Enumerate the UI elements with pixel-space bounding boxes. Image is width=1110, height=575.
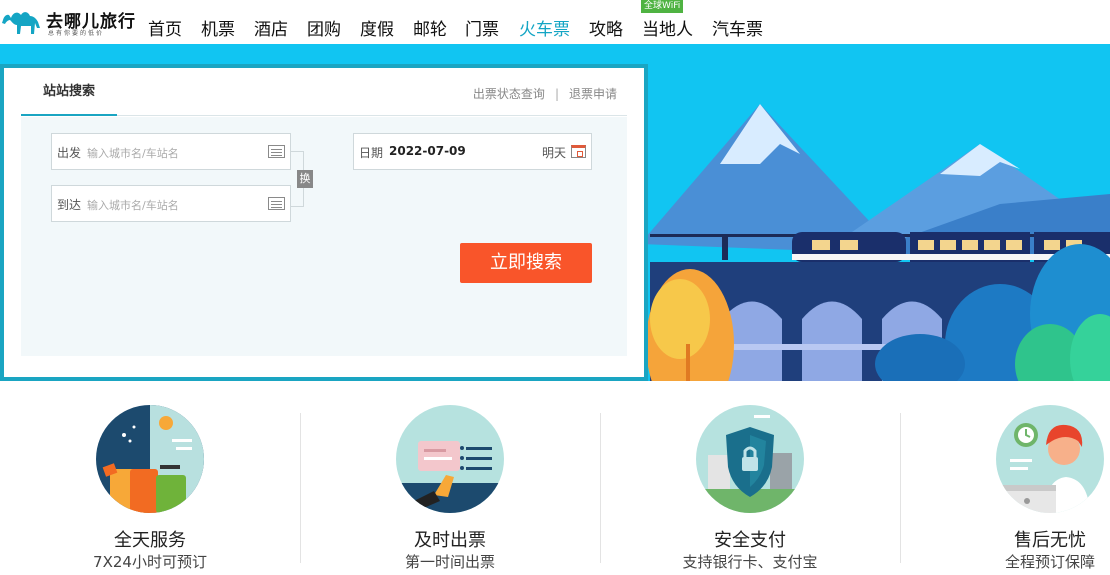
- shield-icon: [696, 405, 804, 513]
- customer-service-icon: [996, 405, 1104, 513]
- feature-title: 售后无忧: [1014, 530, 1086, 551]
- nav-item-hotels[interactable]: 酒店: [254, 15, 288, 40]
- station-list-icon[interactable]: [268, 197, 285, 210]
- nav-item-flights[interactable]: 机票: [201, 15, 235, 40]
- refund-link[interactable]: 退票申请: [569, 87, 617, 101]
- calendar-icon[interactable]: [571, 145, 586, 158]
- departure-label: 出发: [57, 146, 82, 160]
- ticket-hand-icon: [396, 405, 504, 513]
- swap-stations-button[interactable]: 换: [297, 170, 313, 188]
- search-links: 出票状态查询 | 退票申请: [473, 85, 617, 102]
- nav-item-bus-tickets[interactable]: 汽车票: [712, 15, 763, 40]
- feature-after-sales: 售后无忧 全程预订保障: [900, 381, 1110, 575]
- arrival-label: 到达: [57, 198, 82, 212]
- feature-title: 全天服务: [114, 530, 186, 551]
- feature-instant-ticket: 及时出票 第一时间出票: [300, 381, 600, 575]
- tab-station-to-station[interactable]: 站站搜索: [21, 68, 117, 116]
- nav-item-cruise[interactable]: 邮轮: [413, 15, 447, 40]
- arrival-input[interactable]: 输入城市名/车站名: [87, 197, 179, 213]
- train-search-panel: 站站搜索 出票状态查询 | 退票申请: [0, 64, 648, 381]
- feature-strip: 全天服务 7X24小时可预订 及时出票 第一时间出票 安全支付 支持银行卡、支付…: [0, 381, 1110, 575]
- feature-subtitle: 7X24小时可预订: [93, 553, 207, 571]
- station-list-icon[interactable]: [268, 145, 285, 158]
- search-button[interactable]: 立即搜索: [460, 243, 592, 283]
- luggage-icon: [96, 405, 204, 513]
- date-label: 日期: [359, 146, 384, 160]
- search-tabs: 站站搜索 出票状态查询 | 退票申请: [21, 68, 627, 116]
- feature-subtitle: 全程预订保障: [1004, 553, 1095, 571]
- link-separator: |: [554, 87, 559, 101]
- top-nav-bar: 去哪儿旅行 总有你要的低价 首页 机票 酒店 团购 度假 邮轮 门票 火车票 攻…: [0, 0, 1110, 44]
- ticket-status-link[interactable]: 出票状态查询: [473, 87, 545, 101]
- date-input[interactable]: 2022-07-09: [389, 144, 466, 158]
- feature-subtitle: 支持银行卡、支付宝: [682, 553, 818, 571]
- nav-item-groupbuy[interactable]: 团购: [307, 15, 341, 40]
- date-relative-tag: 明天: [541, 146, 566, 160]
- camel-logo-icon: [2, 12, 40, 34]
- feature-24h-service: 全天服务 7X24小时可预订: [0, 381, 300, 575]
- feature-title: 安全支付: [714, 530, 786, 551]
- nav-item-tickets[interactable]: 门票: [465, 15, 499, 40]
- nav-item-locals[interactable]: 当地人: [642, 15, 693, 40]
- feature-secure-payment: 安全支付 支持银行卡、支付宝: [600, 381, 900, 575]
- site-logo[interactable]: 去哪儿旅行 总有你要的低价: [0, 4, 140, 40]
- nav-item-home[interactable]: 首页: [148, 15, 182, 40]
- departure-field[interactable]: 出发 输入城市名/车站名: [51, 133, 291, 170]
- nav-item-guides[interactable]: 攻略: [589, 15, 623, 40]
- arrival-field[interactable]: 到达 输入城市名/车站名: [51, 185, 291, 222]
- feature-title: 及时出票: [414, 530, 486, 551]
- date-field[interactable]: 日期 2022-07-09 明天: [353, 133, 592, 170]
- nav-item-vacation[interactable]: 度假: [360, 15, 394, 40]
- wifi-badge[interactable]: 全球WiFi: [641, 0, 684, 13]
- brand-slogan: 总有你要的低价: [48, 30, 105, 37]
- departure-input[interactable]: 输入城市名/车站名: [87, 145, 179, 161]
- nav-item-train-tickets[interactable]: 火车票: [519, 15, 570, 40]
- feature-subtitle: 第一时间出票: [404, 553, 495, 571]
